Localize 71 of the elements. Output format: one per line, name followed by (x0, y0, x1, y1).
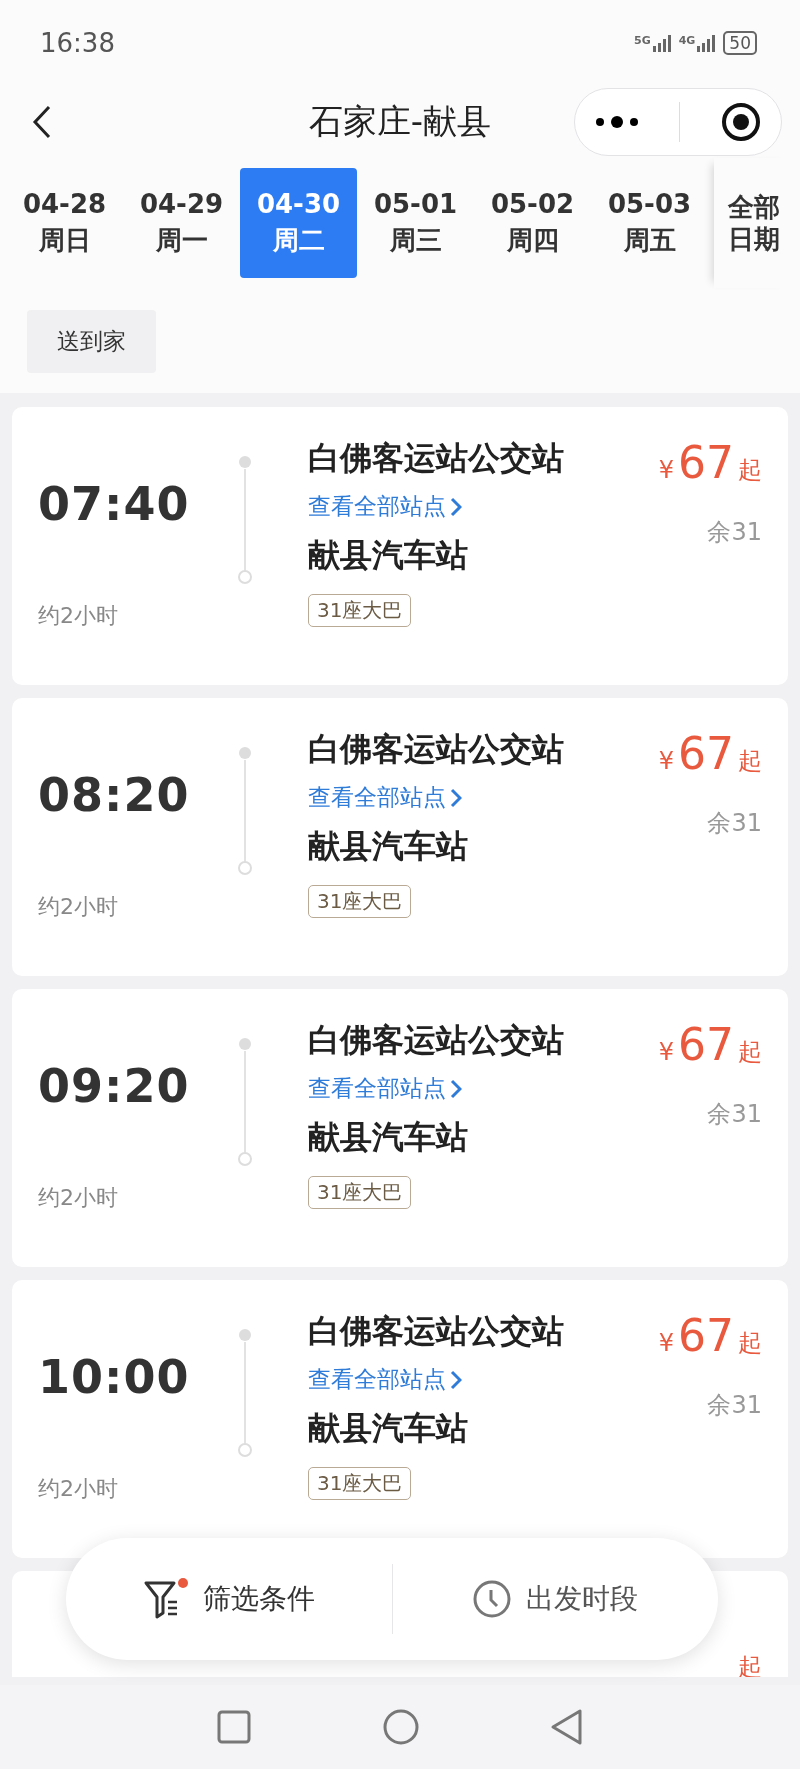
signal-icon (697, 34, 716, 52)
more-icon[interactable] (595, 116, 640, 128)
trip-duration: 约2小时 (38, 893, 119, 921)
trip-card[interactable]: 07:40 约2小时 白佛客运站公交站 查看全部站点 献县汽车站 31座大巴 ¥67 起 余31 (12, 407, 788, 685)
battery-level: 50 (723, 31, 757, 55)
price-suffix: 起 (738, 455, 762, 486)
all-stops-link[interactable]: 查看全部站点 (308, 1073, 659, 1104)
date-tab[interactable]: 05-01 周三 (357, 168, 474, 278)
date-tab[interactable]: 05-02 周四 (474, 168, 591, 278)
all-stops-link[interactable]: 查看全部站点 (308, 1364, 659, 1395)
trip-duration: 约2小时 (38, 1475, 119, 1503)
currency-sign: ¥ (658, 1329, 674, 1357)
network-label: 5G (634, 34, 651, 47)
departure-time: 07:40 (38, 477, 191, 531)
origin-station: 白佛客运站公交站 (308, 1311, 565, 1352)
chevron-right-icon (450, 1078, 462, 1099)
price-suffix: 起 (738, 746, 762, 777)
signal-icon (652, 34, 671, 52)
status-time: 16:38 (40, 28, 115, 58)
page-title: 石家庄-献县 (308, 101, 492, 141)
seats-left: 余31 (707, 1099, 762, 1130)
date-tab[interactable]: 04-29 周一 (123, 168, 240, 278)
chevron-right-icon (450, 496, 462, 517)
all-dates-button[interactable]: 全部日期 (714, 158, 794, 288)
bus-type-tag: 31座大巴 (308, 885, 412, 918)
chevron-right-icon (450, 787, 462, 808)
destination-station: 献县汽车站 (308, 1117, 469, 1158)
destination-station: 献县汽车站 (308, 826, 469, 867)
trip-card[interactable]: 09:20 约2小时 白佛客运站公交站 查看全部站点 献县汽车站 31座大巴 ¥67 起 余31 (12, 989, 788, 1267)
price-suffix: 起 (738, 1328, 762, 1359)
ticket-price: 67 (678, 728, 734, 779)
clock-icon (472, 1579, 513, 1619)
departure-time: 10:00 (38, 1350, 191, 1404)
bus-type-tag: 31座大巴 (308, 1467, 412, 1500)
origin-station: 白佛客运站公交站 (308, 1020, 565, 1061)
currency-sign: ¥ (658, 747, 674, 775)
home-icon[interactable] (382, 1708, 420, 1746)
all-stops-link[interactable]: 查看全部站点 (308, 782, 659, 813)
ticket-price: 67 (678, 437, 734, 488)
destination-station: 献县汽车站 (308, 535, 469, 576)
seats-left: 余31 (707, 808, 762, 839)
filter-chip[interactable]: 送到家 (27, 310, 156, 373)
network-label: 4G (678, 34, 696, 47)
bus-type-tag: 31座大巴 (308, 1176, 412, 1209)
price-suffix: 起 (738, 1037, 762, 1068)
target-icon[interactable] (720, 102, 761, 142)
filter-icon (142, 1578, 189, 1620)
destination-station: 献县汽车站 (308, 1408, 469, 1449)
bus-type-tag: 31座大巴 (308, 594, 412, 627)
ticket-price: 67 (678, 1310, 734, 1361)
date-tab[interactable]: 04-30 周二 (240, 168, 357, 278)
origin-station: 白佛客运站公交站 (308, 729, 565, 770)
trip-duration: 约2小时 (38, 602, 119, 630)
trip-duration: 约2小时 (38, 1184, 119, 1212)
back-nav-icon[interactable] (550, 1708, 584, 1746)
seats-left: 余31 (707, 1390, 762, 1421)
seats-left: 余31 (707, 517, 762, 548)
origin-station: 白佛客运站公交站 (308, 438, 565, 479)
currency-sign: ¥ (658, 1038, 674, 1066)
back-icon[interactable] (32, 105, 52, 139)
departure-time: 08:20 (38, 768, 191, 822)
trip-card[interactable]: 08:20 约2小时 白佛客运站公交站 查看全部站点 献县汽车站 31座大巴 ¥67 起 余31 (12, 698, 788, 976)
date-tab[interactable]: 05-03 周五 (591, 168, 708, 278)
departure-time: 09:20 (38, 1059, 191, 1113)
currency-sign: ¥ (658, 456, 674, 484)
trip-card[interactable]: 10:00 约2小时 白佛客运站公交站 查看全部站点 献县汽车站 31座大巴 ¥67 起 余31 (12, 1280, 788, 1558)
ticket-price: 67 (678, 1019, 734, 1070)
all-stops-link[interactable]: 查看全部站点 (308, 491, 659, 522)
recent-apps-icon[interactable] (216, 1709, 252, 1745)
chevron-right-icon (450, 1369, 462, 1390)
date-tab[interactable]: 04-28 周日 (6, 168, 123, 278)
